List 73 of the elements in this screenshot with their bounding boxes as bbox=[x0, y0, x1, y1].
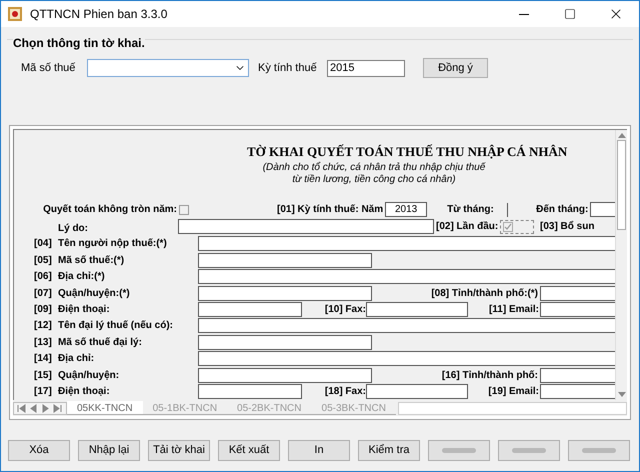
app-icon bbox=[8, 7, 22, 21]
action-button[interactable]: In bbox=[288, 440, 350, 461]
vertical-scrollbar[interactable] bbox=[615, 130, 627, 400]
year-field[interactable]: 2013 bbox=[385, 202, 428, 217]
field-label: [15] bbox=[34, 368, 53, 383]
field-label: Quyết toán không tròn năm: bbox=[43, 203, 177, 217]
field-label: Tên đại lý thuế (nếu có): bbox=[58, 319, 174, 334]
input-field[interactable] bbox=[198, 302, 302, 318]
sheet-tab[interactable]: 05KK-TNCN bbox=[67, 401, 143, 415]
input-field[interactable] bbox=[198, 351, 615, 366]
field-label: [11] Email: bbox=[488, 303, 539, 318]
field-label: [14] bbox=[34, 352, 53, 366]
field-label: [03] Bổ sun bbox=[540, 220, 594, 234]
scroll-up-icon[interactable] bbox=[618, 132, 626, 138]
field-label: Điện thoại: bbox=[58, 303, 110, 318]
input-field[interactable] bbox=[366, 384, 468, 400]
field-label: Điện thoại: bbox=[58, 385, 110, 400]
field-label: [16] Tỉnh/thành phố: bbox=[442, 368, 538, 383]
field-label: Địa chỉ: bbox=[58, 352, 94, 366]
input-field[interactable] bbox=[198, 252, 372, 268]
field-label: Mã số thuế bbox=[21, 60, 76, 76]
input-field[interactable] bbox=[178, 219, 434, 234]
field-label: [06] bbox=[34, 270, 53, 284]
field-label: Mã số thuế:(*) bbox=[58, 254, 124, 268]
field-label: Từ tháng: bbox=[447, 203, 495, 217]
input-field[interactable] bbox=[198, 269, 615, 284]
input-field[interactable] bbox=[590, 202, 615, 217]
form-subtitle: (Dành cho tổ chức, cá nhân trả thu nhập chịu thuế bbox=[262, 162, 486, 174]
field-label: [09] bbox=[34, 303, 53, 318]
checkbox[interactable] bbox=[503, 222, 513, 232]
check-icon bbox=[504, 222, 512, 230]
action-button[interactable]: Nhập lại bbox=[78, 440, 140, 461]
action-button[interactable]: Xóa bbox=[8, 440, 70, 461]
field-label: Địa chỉ:(*) bbox=[58, 270, 105, 284]
input-field[interactable] bbox=[198, 236, 615, 252]
maximize-icon bbox=[564, 8, 576, 20]
field-label: Mã số thuế đại lý: bbox=[58, 336, 142, 350]
period-field[interactable]: 2015 bbox=[327, 60, 405, 76]
action-button[interactable]: Kết xuất bbox=[218, 440, 280, 461]
confirm-button[interactable]: Đồng ý bbox=[423, 58, 488, 78]
field-label: Quận/huyện: bbox=[58, 368, 120, 383]
field-label: Tên người nộp thuế:(*) bbox=[58, 237, 167, 252]
field-label: Đến tháng: bbox=[536, 203, 588, 217]
field-label: Kỳ tính thuế bbox=[258, 60, 318, 76]
field-label: [17] bbox=[34, 385, 53, 400]
scroll-down-icon[interactable] bbox=[618, 392, 626, 398]
input-field[interactable] bbox=[366, 302, 468, 318]
field-label: [13] bbox=[34, 336, 53, 350]
field-label: [01] Kỳ tính thuế: Năm bbox=[277, 203, 384, 217]
action-button[interactable]: Kiểm tra bbox=[358, 440, 420, 461]
field-label: Lý do: bbox=[58, 222, 88, 234]
input-field[interactable] bbox=[198, 368, 372, 383]
form-subtitle: từ tiền lương, tiền công cho cá nhân) bbox=[291, 174, 457, 186]
action-button[interactable]: Tải tờ khai bbox=[148, 440, 210, 461]
field-label: [12] bbox=[34, 319, 53, 334]
input-field[interactable] bbox=[198, 334, 372, 350]
input-field[interactable] bbox=[198, 286, 372, 301]
field-label: [19] Email: bbox=[488, 385, 539, 400]
field-label: Quận/huyện:(*) bbox=[58, 286, 130, 301]
field-label: [05] bbox=[34, 254, 53, 268]
window-title: QTTNCN Phien ban 3.3.0 bbox=[30, 6, 168, 23]
form-title: TỜ KHAI QUYẾT TOÁN THUẾ THU NHẬP CÁ NHÂN bbox=[246, 143, 568, 161]
field-label: [10] Fax: bbox=[324, 303, 366, 318]
field-label: [08] Tỉnh/thành phố:(*) bbox=[431, 286, 538, 301]
field-label: [18] Fax: bbox=[324, 385, 366, 400]
checkbox[interactable] bbox=[179, 204, 189, 214]
field-label: [04] bbox=[34, 237, 53, 252]
input-field[interactable] bbox=[198, 384, 302, 400]
field-label: [02] Lần đầu: bbox=[436, 220, 500, 234]
input-field[interactable] bbox=[198, 318, 615, 334]
horizontal-scrollbar[interactable] bbox=[398, 402, 627, 414]
field-label: [07] bbox=[34, 286, 53, 301]
sheet-nav-icon[interactable] bbox=[13, 402, 67, 414]
